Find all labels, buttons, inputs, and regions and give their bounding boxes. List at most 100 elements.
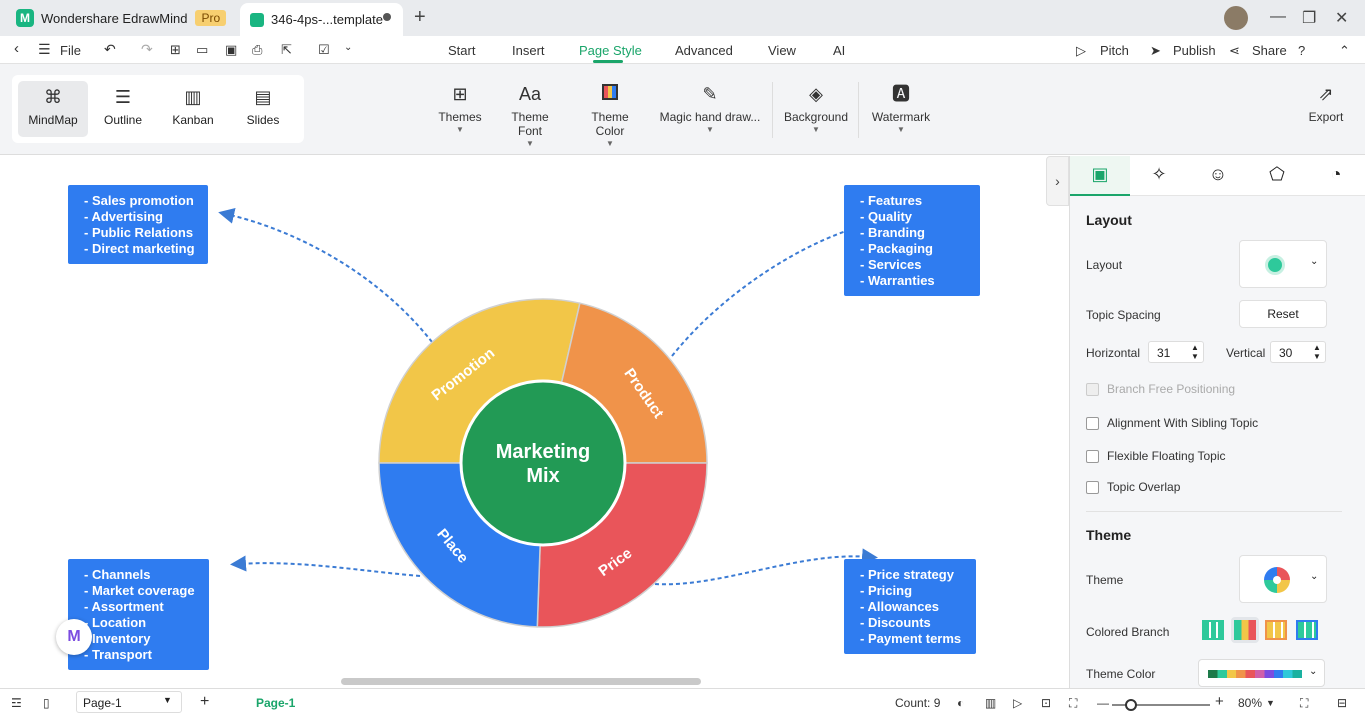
mindmap-canvas[interactable]: Marketing Mix Promotion Product Price Pl… (0, 156, 1046, 688)
magic-hand-draw-button[interactable]: ✎ Magic hand draw... ▼ (658, 84, 762, 134)
app-tab[interactable]: M Wondershare EdrawMind Pro (0, 0, 238, 36)
menu-start[interactable]: Start (448, 43, 475, 58)
page-select[interactable]: Page-1 ▼ (76, 691, 182, 713)
pitch-button[interactable]: Pitch (1100, 43, 1129, 58)
theme-color-select[interactable]: ⌄ (1198, 659, 1325, 687)
topic-overlap-checkbox[interactable]: Topic Overlap (1086, 480, 1180, 494)
theme-font-button[interactable]: Aa Theme Font ▼ (498, 84, 562, 148)
background-button[interactable]: ◈ Background ▼ (783, 84, 849, 134)
zoom-in-icon[interactable]: + (1215, 693, 1224, 710)
connector-place (230, 555, 421, 577)
undo-icon[interactable]: ↶ (104, 41, 116, 58)
document-tab[interactable]: 346-4ps-...template (240, 3, 403, 36)
fullscreen-fit-icon[interactable]: ⛶ (1069, 696, 1077, 711)
open-folder-icon[interactable]: ▭ (196, 42, 208, 58)
checkbox-box[interactable] (1086, 449, 1099, 463)
tab-ai-sparkle-icon[interactable]: ✧ (1148, 164, 1170, 186)
export-button[interactable]: ⇗ Export (1305, 84, 1347, 124)
page-select-value: Page-1 (83, 696, 122, 710)
book-view-icon[interactable]: ▥ (985, 696, 996, 710)
zoom-level[interactable]: 80% (1238, 696, 1262, 710)
horizontal-spinner[interactable]: 31 ▲ ▼ (1148, 341, 1204, 363)
theme-select[interactable]: ⌄ (1239, 555, 1327, 603)
checkbox-box[interactable] (1086, 416, 1099, 430)
collapse-panel-chevron-icon[interactable]: › (1046, 156, 1069, 206)
close-icon[interactable]: ✕ (1335, 8, 1348, 28)
product-details-box[interactable]: - Features - Quality - Branding - Packag… (844, 185, 980, 296)
print-icon[interactable]: ⎙ (252, 42, 262, 58)
expand-icon[interactable]: ⛶ (1300, 696, 1308, 711)
checkbox-box[interactable] (1086, 382, 1099, 396)
menu-insert[interactable]: Insert (512, 43, 545, 58)
watermark-button[interactable]: 🅰 Watermark ▼ (870, 84, 932, 134)
new-tab-button[interactable]: + (414, 6, 426, 29)
branch-style-3-icon[interactable] (1265, 620, 1287, 640)
place-details-box[interactable]: - Channels - Market coverage - Assortmen… (68, 559, 209, 670)
outline-toggle-icon[interactable]: ☲ (11, 696, 22, 710)
spinner-arrows-icon[interactable]: ▲ ▼ (1313, 343, 1321, 361)
page-tab-active[interactable]: Page-1 (256, 696, 295, 710)
unsaved-dot-icon[interactable] (383, 13, 391, 21)
branch-style-4-icon[interactable] (1296, 620, 1318, 640)
zoom-out-icon[interactable]: — (1097, 696, 1109, 710)
hamburger-menu-icon[interactable]: ☰ (38, 41, 51, 58)
more-icon[interactable]: ⌄ (344, 42, 352, 53)
tab-history-icon[interactable]: ◔ (1325, 164, 1347, 186)
layout-select[interactable]: ⌄ (1239, 240, 1327, 288)
view-kanban[interactable]: ▥ Kanban (158, 81, 228, 137)
help-icon[interactable]: ? (1298, 43, 1305, 58)
alignment-checkbox[interactable]: Alignment With Sibling Topic (1086, 416, 1258, 430)
new-file-icon[interactable]: ⊞ (170, 42, 181, 58)
reset-button[interactable]: Reset (1239, 300, 1327, 328)
checkbox-icon[interactable]: ☑ (318, 42, 330, 58)
menu-advanced[interactable]: Advanced (675, 43, 733, 58)
theme-toggle-icon[interactable]: ◐ (957, 696, 964, 710)
fit-page-icon[interactable]: ⊡ (1041, 696, 1051, 710)
collapse-ribbon-icon[interactable]: ⌃ (1339, 43, 1350, 59)
center-topic-circle[interactable] (459, 379, 627, 547)
themes-button[interactable]: ⊞ Themes ▼ (436, 84, 484, 134)
file-menu[interactable]: File (60, 43, 81, 58)
spinner-arrows-icon[interactable]: ▲ ▼ (1191, 343, 1199, 361)
publish-icon[interactable]: ➤ (1150, 43, 1161, 59)
view-outline[interactable]: ☰ Outline (88, 81, 158, 137)
price-details-box[interactable]: - Price strategy - Pricing - Allowances … (844, 559, 976, 654)
flexible-floating-checkbox[interactable]: Flexible Floating Topic (1086, 449, 1226, 463)
save-icon[interactable]: ▣ (225, 42, 237, 58)
menu-page-style[interactable]: Page Style (579, 43, 642, 58)
branch-style-1-icon[interactable] (1202, 620, 1224, 640)
redo-icon[interactable]: ↷ (141, 41, 153, 58)
maximize-icon[interactable]: ❐ (1302, 8, 1316, 28)
chevron-down-icon[interactable]: ▼ (1266, 698, 1275, 708)
branch-free-checkbox[interactable]: Branch Free Positioning (1086, 382, 1235, 396)
pitch-icon[interactable]: ▷ (1076, 43, 1086, 59)
zoom-slider-handle[interactable] (1125, 699, 1137, 711)
checkbox-box[interactable] (1086, 480, 1099, 494)
user-avatar[interactable] (1224, 6, 1248, 30)
add-page-icon[interactable]: + (200, 693, 209, 711)
view-mindmap[interactable]: ⌘ MindMap (18, 81, 88, 137)
publish-button[interactable]: Publish (1173, 43, 1216, 58)
exit-fullscreen-icon[interactable]: ⊟ (1337, 696, 1347, 710)
share-button[interactable]: Share (1252, 43, 1287, 58)
ai-assistant-icon[interactable]: M (56, 619, 92, 655)
tab-emoji-icon[interactable]: ☺ (1207, 164, 1229, 186)
app-name: Wondershare EdrawMind (41, 10, 188, 26)
tab-style-icon[interactable]: ⬠ (1266, 164, 1288, 186)
view-slides[interactable]: ▤ Slides (228, 81, 298, 137)
tab-page-style-icon[interactable]: ▣ (1089, 164, 1111, 186)
export-small-icon[interactable]: ⇱ (281, 42, 292, 58)
sidebar-toggle-icon[interactable]: ▯ (43, 696, 50, 710)
share-icon[interactable]: ⋖ (1229, 43, 1240, 59)
back-icon[interactable]: ‹ (14, 40, 19, 57)
minimize-icon[interactable]: — (1270, 8, 1286, 26)
toolbar-divider (772, 82, 773, 138)
vertical-spinner[interactable]: 30 ▲ ▼ (1270, 341, 1326, 363)
menu-view[interactable]: View (768, 43, 796, 58)
branch-style-2-icon[interactable] (1231, 617, 1259, 643)
menu-ai[interactable]: AI (833, 43, 845, 58)
play-icon[interactable]: ▷ (1013, 696, 1022, 710)
promotion-details-box[interactable]: - Sales promotion - Advertising - Public… (68, 185, 208, 264)
theme-color-button[interactable]: Theme Color ▼ (576, 84, 644, 148)
horizontal-scrollbar[interactable] (341, 678, 701, 685)
